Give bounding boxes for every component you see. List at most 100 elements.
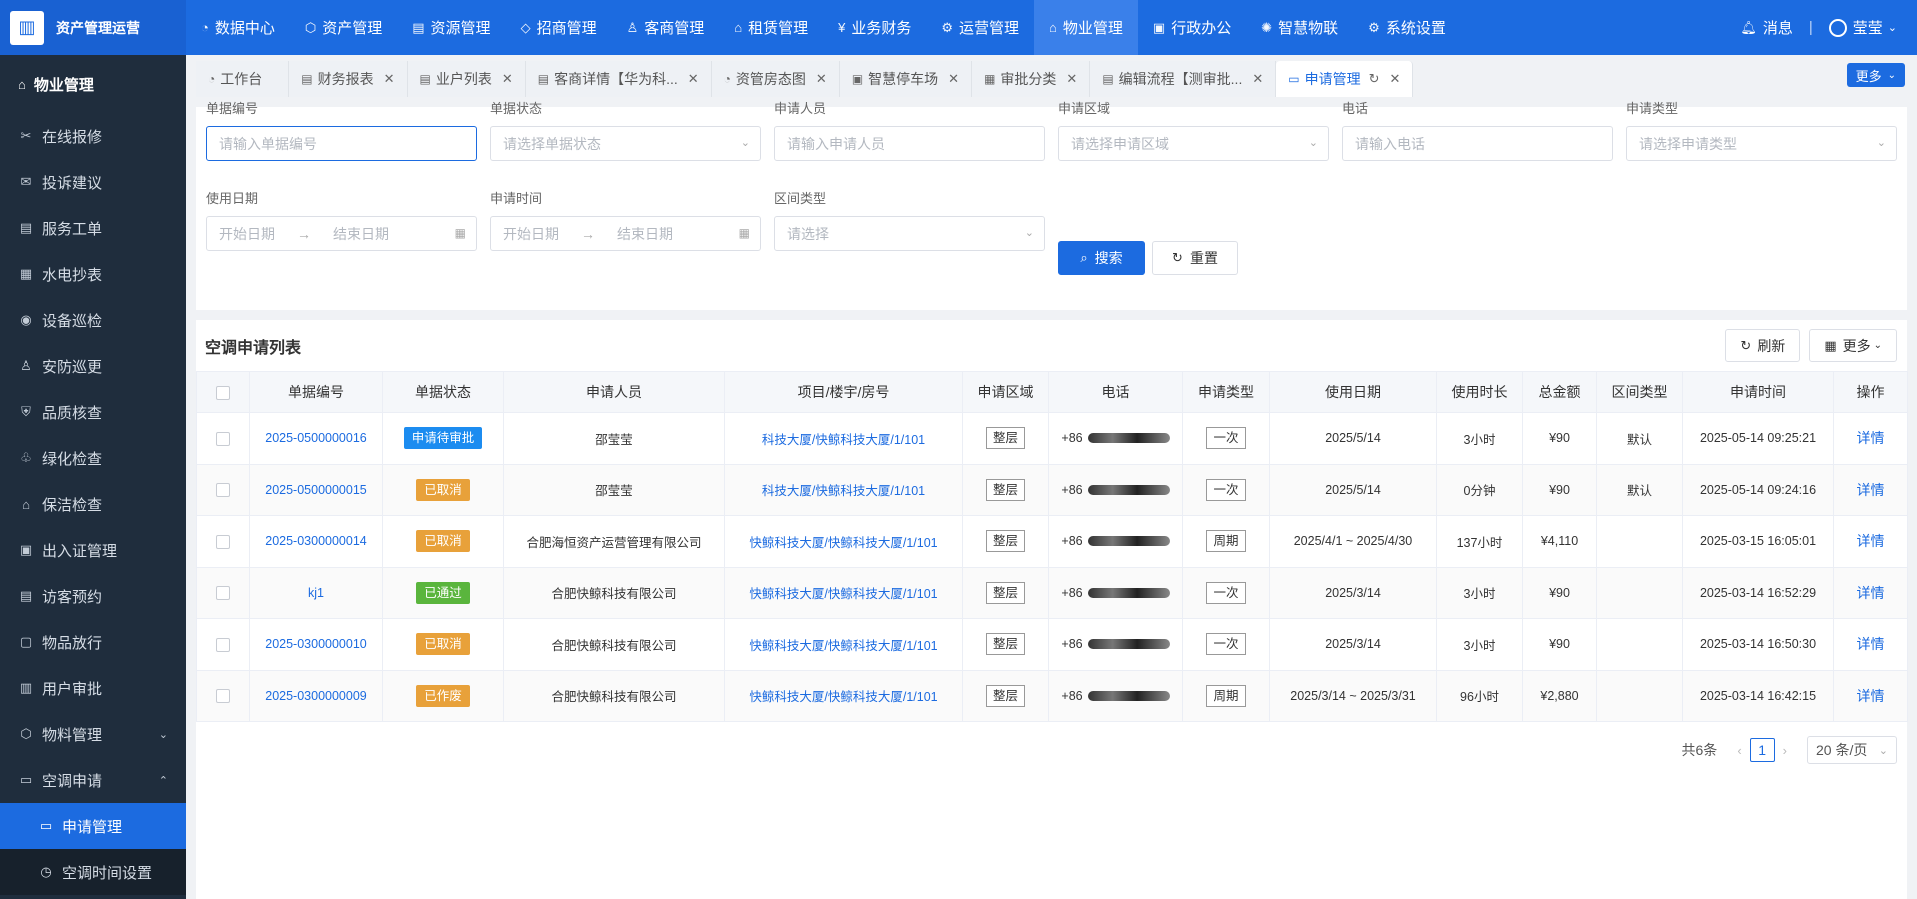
doc-no-link[interactable]: 2025-0300000010 [265, 637, 367, 651]
topnav-operation[interactable]: ⚙ 运营管理 [926, 0, 1034, 55]
topnav-data-center[interactable]: ◔ 数据中心 [186, 0, 290, 55]
brand[interactable]: ▥ 资产管理运营 [0, 0, 186, 55]
detail-link[interactable]: 详情 [1857, 533, 1885, 549]
refresh-button[interactable]: ↻ 刷新 [1725, 329, 1801, 362]
list-toolbar: ↻ 刷新 ▦ 更多 ⌄ [1716, 329, 1897, 362]
close-icon[interactable]: ✕ [1252, 71, 1263, 87]
row-checkbox[interactable] [216, 483, 230, 498]
detail-link[interactable]: 详情 [1857, 482, 1885, 498]
sidebar-item-ac-apply[interactable]: ▭ 空调申请 ⌃ [0, 757, 186, 803]
project-link[interactable]: 科技大厦/快鲸科技大厦/1/101 [762, 484, 925, 498]
messages-button[interactable]: 🔔︎ 消息 [1740, 17, 1793, 38]
sidebar-item-material[interactable]: ⬡ 物料管理 ⌄ [0, 711, 186, 757]
doc-no-link[interactable]: 2025-0500000015 [265, 483, 367, 497]
sidebar-item-work-order[interactable]: ▤ 服务工单 [0, 205, 186, 251]
project-link[interactable]: 快鲸科技大厦/快鲸科技大厦/1/101 [749, 536, 937, 550]
tab-apply[interactable]: ▭ 申请管理 ↻ ✕ [1276, 61, 1414, 97]
doc-no-link[interactable]: 2025-0500000016 [265, 431, 367, 445]
user-menu[interactable]: 莹莹 ⌄ [1828, 17, 1897, 38]
refresh-icon[interactable]: ↻ [1369, 71, 1380, 87]
next-page-icon[interactable]: › [1783, 743, 1787, 758]
apply-time-cell: 2025-03-14 16:52:29 [1682, 566, 1834, 619]
page-number[interactable]: 1 [1749, 738, 1775, 762]
project-link[interactable]: 科技大厦/快鲸科技大厦/1/101 [762, 433, 925, 447]
detail-link[interactable]: 详情 [1857, 636, 1885, 652]
topnav-asset[interactable]: ⬡ 资产管理 [290, 0, 397, 55]
project-link[interactable]: 快鲸科技大厦/快鲸科技大厦/1/101 [749, 639, 937, 653]
close-icon[interactable]: ✕ [1066, 71, 1077, 87]
row-checkbox[interactable] [216, 586, 230, 601]
prev-page-icon[interactable]: ‹ [1737, 743, 1741, 758]
close-icon[interactable]: ✕ [948, 71, 959, 87]
topnav-settings[interactable]: ⚙ 系统设置 [1353, 0, 1461, 55]
page-size-select[interactable]: 20 条/页 ⌄ [1807, 736, 1897, 764]
close-icon[interactable]: ✕ [502, 71, 513, 87]
tab-room-status[interactable]: ◔ 资管房态图 ✕ [711, 61, 840, 97]
tabs-more-button[interactable]: 更多 ⌄ [1846, 63, 1905, 87]
tab-finance-report[interactable]: ▤ 财务报表 ✕ [289, 61, 408, 97]
type-cell: 周期 [1182, 669, 1270, 722]
topnav-iot[interactable]: ✺ 智慧物联 [1246, 0, 1353, 55]
sidebar-item-visitor[interactable]: ▤ 访客预约 [0, 573, 186, 619]
phone-input[interactable]: 请输入电话 [1342, 126, 1613, 161]
doc-no-input[interactable]: 请输入单据编号 [206, 126, 477, 161]
doc-no-link[interactable]: kj1 [308, 586, 324, 600]
sidebar-item-meter[interactable]: ▦ 水电抄表 [0, 251, 186, 297]
row-checkbox[interactable] [216, 431, 230, 446]
sidebar-item-greening[interactable]: ♧ 绿化检查 [0, 435, 186, 481]
detail-link[interactable]: 详情 [1857, 430, 1885, 446]
project-link[interactable]: 快鲸科技大厦/快鲸科技大厦/1/101 [749, 587, 937, 601]
list-more-button[interactable]: ▦ 更多 ⌄ [1809, 329, 1897, 362]
topnav-lease[interactable]: ⌂ 租赁管理 [719, 0, 823, 55]
sidebar-subitem-apply-manage[interactable]: ▭ 申请管理 [0, 803, 186, 849]
range-type-select[interactable]: 请选择 ⌄ [774, 216, 1045, 251]
avatar-icon [1828, 18, 1847, 37]
doc-status-select[interactable]: 请选择单据状态 ⌄ [490, 126, 761, 161]
sidebar-item-security[interactable]: ♙ 安防巡更 [0, 343, 186, 389]
topnav-office[interactable]: ▣ 行政办公 [1138, 0, 1246, 55]
topnav-resource[interactable]: ▤ 资源管理 [397, 0, 505, 55]
tab-workbench[interactable]: ◔ 工作台 [196, 61, 290, 97]
sidebar-item-cleaning[interactable]: ⌂ 保洁检查 [0, 481, 186, 527]
apply-type-select[interactable]: 请选择申请类型 ⌄ [1626, 126, 1897, 161]
doc-no-link[interactable]: 2025-0300000009 [265, 689, 367, 703]
sidebar-item-repair[interactable]: ✂ 在线报修 [0, 113, 186, 159]
close-icon[interactable]: ✕ [384, 71, 395, 87]
sidebar-item-complaint[interactable]: ✉ 投诉建议 [0, 159, 186, 205]
sidebar-item-goods-release[interactable]: ▢ 物品放行 [0, 619, 186, 665]
tab-owner-list[interactable]: ▤ 业户列表 ✕ [407, 61, 526, 97]
reset-button[interactable]: ↻ 重置 [1152, 241, 1238, 275]
applicant-input[interactable]: 请输入申请人员 [774, 126, 1045, 161]
select-all-checkbox[interactable] [216, 386, 230, 401]
detail-link[interactable]: 详情 [1857, 585, 1885, 601]
doc-no-link[interactable]: 2025-0300000014 [265, 534, 367, 548]
close-icon[interactable]: ✕ [688, 71, 699, 87]
tab-approve-cat[interactable]: ▦ 审批分类 ✕ [972, 61, 1091, 97]
sidebar-header[interactable]: ⌂ 物业管理 [0, 55, 186, 113]
topnav-property[interactable]: ⌂ 物业管理 [1034, 0, 1138, 55]
sidebar-item-pass[interactable]: ▣ 出入证管理 [0, 527, 186, 573]
detail-link[interactable]: 详情 [1857, 688, 1885, 704]
use-date-cell: 2025/3/14 [1269, 566, 1437, 619]
use-date-range[interactable]: 开始日期 → 结束日期 ▦ [206, 216, 477, 251]
sidebar-item-user-approve[interactable]: ▥ 用户审批 [0, 665, 186, 711]
topnav-investment[interactable]: ◇ 招商管理 [506, 0, 612, 55]
sidebar-item-device-inspect[interactable]: ◉ 设备巡检 [0, 297, 186, 343]
tab-merchant-detail[interactable]: ▤ 客商详情【华为科... ✕ [525, 61, 712, 97]
chevron-down-icon: ⌄ [1873, 340, 1882, 351]
row-checkbox[interactable] [216, 534, 230, 549]
tab-parking[interactable]: ▣ 智慧停车场 ✕ [839, 61, 973, 97]
topnav-merchant[interactable]: ♙ 客商管理 [612, 0, 720, 55]
topnav-finance[interactable]: ¥ 业务财务 [823, 0, 926, 55]
row-checkbox[interactable] [216, 689, 230, 704]
sidebar-item-quality[interactable]: ⛨ 品质核查 [0, 389, 186, 435]
tab-edit-flow[interactable]: ▤ 编辑流程【测审批... ✕ [1090, 61, 1277, 97]
apply-time-range[interactable]: 开始日期 → 结束日期 ▦ [490, 216, 761, 251]
sidebar-subitem-ac-time[interactable]: ◷ 空调时间设置 [0, 849, 186, 895]
project-link[interactable]: 快鲸科技大厦/快鲸科技大厦/1/101 [749, 690, 937, 704]
search-button[interactable]: ⌕ 搜索 [1058, 241, 1145, 275]
area-select[interactable]: 请选择申请区域 ⌄ [1058, 126, 1329, 161]
close-icon[interactable]: ✕ [816, 71, 827, 87]
close-icon[interactable]: ✕ [1390, 71, 1401, 87]
row-checkbox[interactable] [216, 637, 230, 652]
